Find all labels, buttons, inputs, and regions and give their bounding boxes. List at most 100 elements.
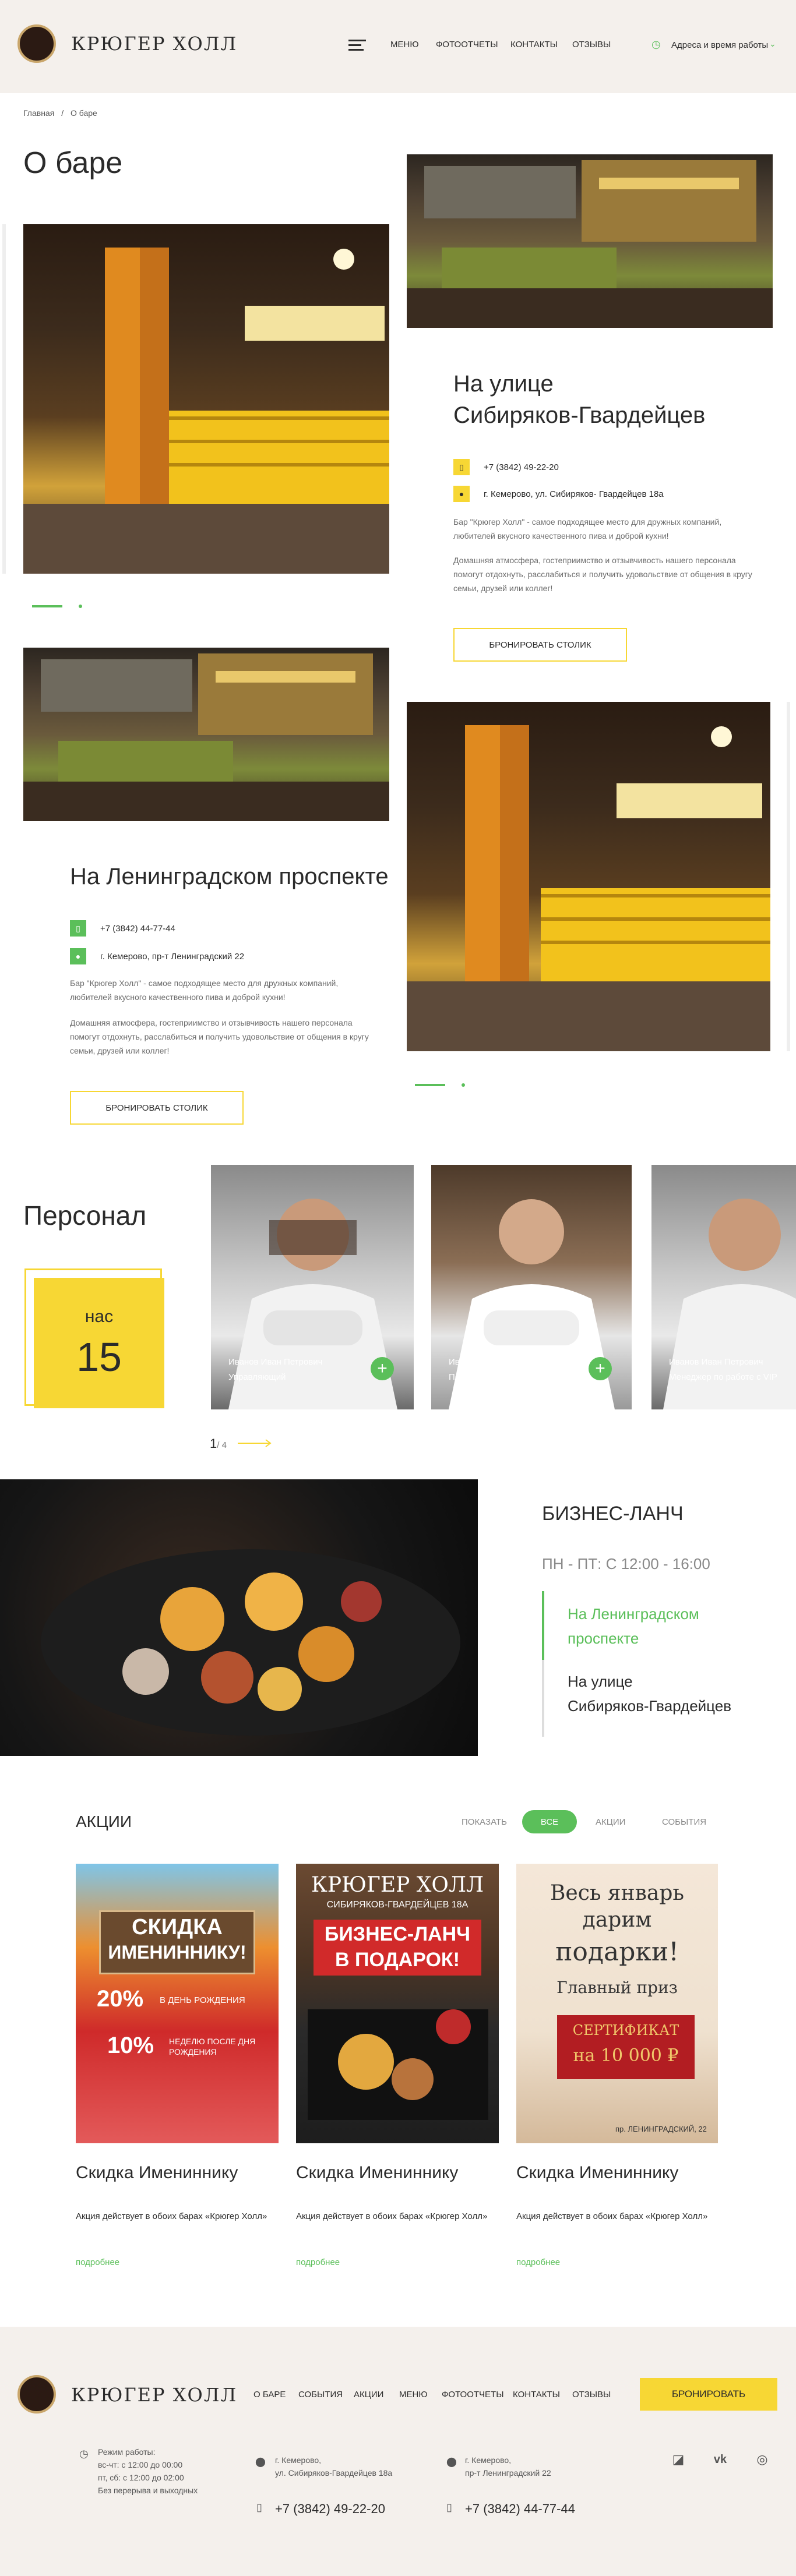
- menu-burger-icon[interactable]: [348, 40, 366, 54]
- footer-logo-icon[interactable]: [17, 2375, 56, 2414]
- logo-icon[interactable]: [17, 24, 56, 63]
- promo1-desc: Акция действует в обоих барах «Крюгер Хо…: [76, 2211, 267, 2221]
- footer-book-button[interactable]: БРОНИРОВАТЬ: [640, 2378, 777, 2411]
- footer-phone-2[interactable]: +7 (3842) 44-77-44: [465, 2501, 575, 2517]
- staff-pager: 1/ 4: [210, 1436, 227, 1451]
- footer-addr1-l2: ул. Сибиряков-Гвардейцев 18а: [275, 2468, 393, 2478]
- bar-photo-side: [407, 154, 773, 328]
- venue1-desc2: Домашняя атмосфера, гостеприимство и отз…: [453, 556, 752, 593]
- promo2-more-link[interactable]: подробнее: [296, 2257, 340, 2267]
- footer-addr2-l2: пр-т Ленинградский 22: [465, 2468, 551, 2478]
- instagram-icon[interactable]: ◎: [752, 2449, 773, 2470]
- staff-title: Персонал: [23, 1200, 147, 1231]
- business-lunch-photo: [0, 1479, 478, 1756]
- footer-nav-photos[interactable]: ФОТООТЧЕТЫ: [442, 2390, 504, 2400]
- nav-menu[interactable]: МЕНЮ: [390, 40, 419, 50]
- slider-indicator-active[interactable]: [32, 605, 62, 607]
- venue2-phone[interactable]: +7 (3842) 44-77-44: [100, 924, 175, 934]
- bar-interior-image-2: [407, 725, 770, 1051]
- footer-phone-1[interactable]: +7 (3842) 49-22-20: [275, 2501, 385, 2517]
- footer-nav-promos[interactable]: АКЦИИ: [354, 2390, 383, 2400]
- site-header: КРЮГЕР ХОЛЛ МЕНЮ ФОТООТЧЕТЫ КОНТАКТЫ ОТЗ…: [0, 0, 796, 93]
- staff-count: 15: [76, 1334, 122, 1380]
- footer-logo-text[interactable]: КРЮГЕР ХОЛЛ: [71, 2384, 237, 2406]
- staff-card[interactable]: Иванов Иван Петрович Управляющий +: [211, 1165, 414, 1409]
- nav-photos[interactable]: ФОТООТЧЕТЫ: [436, 40, 498, 50]
- slider-indicator-dot[interactable]: [79, 605, 82, 608]
- pager-total: / 4: [217, 1440, 227, 1450]
- vk-icon[interactable]: vk: [710, 2449, 731, 2470]
- promo3-more-link[interactable]: подробнее: [516, 2257, 560, 2267]
- bar-photo-side-2: [23, 648, 389, 821]
- venue1-phone[interactable]: +7 (3842) 49-22-20: [484, 462, 559, 472]
- promo2-title[interactable]: Скидка Имениннику: [296, 2163, 458, 2183]
- logo-text[interactable]: КРЮГЕР ХОЛЛ: [71, 33, 237, 55]
- phone-icon: ▯: [446, 2501, 452, 2513]
- promo1-more-link[interactable]: подробнее: [76, 2257, 119, 2267]
- footer-hours: Режим работы: вс-чт: с 12:00 до 00:00 пт…: [98, 2446, 198, 2497]
- promo1-banner-l3: 20%: [97, 1986, 144, 2012]
- promo1-title[interactable]: Скидка Имениннику: [76, 2163, 238, 2183]
- staff-plus-icon[interactable]: +: [371, 1357, 394, 1380]
- promo-banner-3[interactable]: Весь январь дарим подарки! Главный приз …: [516, 1864, 718, 2143]
- footer-address-1: г. Кемерово, ул. Сибиряков-Гвардейцев 18…: [275, 2454, 392, 2479]
- promo3-banner-l5: СЕРТИФИКАТ: [572, 2022, 679, 2038]
- footer-nav-events[interactable]: СОБЫТИЯ: [298, 2390, 343, 2400]
- chevron-down-icon[interactable]: ⌄: [769, 39, 776, 49]
- foursquare-icon[interactable]: ◪: [668, 2449, 689, 2470]
- nav-contacts[interactable]: КОНТАКТЫ: [510, 40, 558, 50]
- footer-hours-2: пт, сб: с 12:00 до 02:00: [98, 2473, 184, 2482]
- dish-image: [41, 1549, 460, 1736]
- promo2-banner-l3: БИЗНЕС-ЛАНЧ: [324, 1923, 471, 1945]
- bar-hall-image-2: [23, 653, 389, 821]
- footer-nav-menu[interactable]: МЕНЮ: [399, 2390, 428, 2400]
- promo2-banner-l4: В ПОДАРОК!: [335, 1949, 460, 1971]
- footer-nav-contacts[interactable]: КОНТАКТЫ: [513, 2390, 560, 2400]
- book-table-button-1[interactable]: БРОНИРОВАТЬ СТОЛИК: [453, 628, 627, 662]
- promo-banner-2[interactable]: КРЮГЕР ХОЛЛ СИБИРЯКОВ-ГВАРДЕЙЦЕВ 18А БИЗ…: [296, 1864, 499, 2143]
- staff-counter: нас 15: [34, 1278, 164, 1408]
- promo2-banner-l1: КРЮГЕР ХОЛЛ: [311, 1873, 484, 1897]
- staff-plus-icon[interactable]: +: [589, 1357, 612, 1380]
- venue1-address: г. Кемерово, ул. Сибиряков- Гвардейцев 1…: [484, 489, 664, 499]
- phone-icon: ▯: [453, 459, 470, 475]
- breadcrumb: Главная / О баре: [23, 108, 97, 118]
- footer-nav-about[interactable]: О БАРЕ: [253, 2390, 286, 2400]
- filter-events[interactable]: СОБЫТИЯ: [662, 1817, 706, 1827]
- lunch-location-leningradsky[interactable]: На Ленинградском проспекте: [568, 1602, 699, 1651]
- footer-hours-1: вс-чт: с 12:00 до 00:00: [98, 2460, 183, 2469]
- slider-indicator-dot-2[interactable]: [462, 1083, 465, 1087]
- breadcrumb-separator: /: [61, 108, 64, 118]
- promo3-banner-l1: Весь январь: [550, 1881, 685, 1905]
- location-pin-icon-2: ●: [70, 948, 86, 964]
- footer-addr1-l1: г. Кемерово,: [275, 2455, 322, 2465]
- venue1-title: На улице Сибиряков-Гвардейцев: [453, 368, 705, 431]
- book-table-button-2[interactable]: БРОНИРОВАТЬ СТОЛИК: [70, 1091, 244, 1125]
- promo1-banner-l4b: НЕДЕЛЮ ПОСЛЕ ДНЯ РОЖДЕНИЯ: [169, 2037, 256, 2056]
- venue2-title: На Ленинградском проспекте: [70, 864, 389, 889]
- staff-name: Иванов Иван Петрович: [449, 1357, 543, 1367]
- lunch-location-sibiryakov[interactable]: На улице Сибиряков-Гвардейцев: [568, 1669, 731, 1718]
- staff-card[interactable]: Иванов Иван Петрович Менеджер по работе …: [651, 1165, 796, 1409]
- bar-hall-image: [407, 160, 773, 328]
- arrow-right-icon[interactable]: [238, 1439, 273, 1448]
- promo2-desc: Акция действует в обоих барах «Крюгер Хо…: [296, 2211, 488, 2221]
- venue2-address: г. Кемерово, пр-т Ленинградский 22: [100, 952, 245, 962]
- slider-indicator-active-2[interactable]: [415, 1084, 445, 1086]
- promo-banner-1[interactable]: СКИДКА ИМЕНИННИКУ! 20% В ДЕНЬ РОЖДЕНИЯ 1…: [76, 1864, 279, 2143]
- address-link[interactable]: Адреса и время работы: [671, 40, 768, 50]
- lunch-loc1-line1: На Ленинградском: [568, 1605, 699, 1623]
- footer-addr2-l1: г. Кемерово,: [465, 2455, 512, 2465]
- nav-reviews[interactable]: ОТЗЫВЫ: [572, 40, 611, 50]
- filter-promos[interactable]: АКЦИИ: [596, 1817, 625, 1827]
- staff-card[interactable]: Иванов Иван Петрович Повар +: [431, 1165, 632, 1409]
- filter-all[interactable]: ВСЕ: [522, 1810, 577, 1833]
- footer-nav-reviews[interactable]: ОТЗЫВЫ: [572, 2390, 611, 2400]
- promo3-title[interactable]: Скидка Имениннику: [516, 2163, 678, 2183]
- clock-icon: ◷: [651, 38, 661, 50]
- breadcrumb-home[interactable]: Главная: [23, 108, 54, 118]
- slider-edge: [2, 224, 6, 574]
- breadcrumb-current: О баре: [70, 108, 97, 118]
- footer-hours-title: Режим работы:: [98, 2447, 156, 2457]
- promo3-banner-l7: пр. ЛЕНИНГРАДСКИЙ, 22: [615, 2125, 707, 2133]
